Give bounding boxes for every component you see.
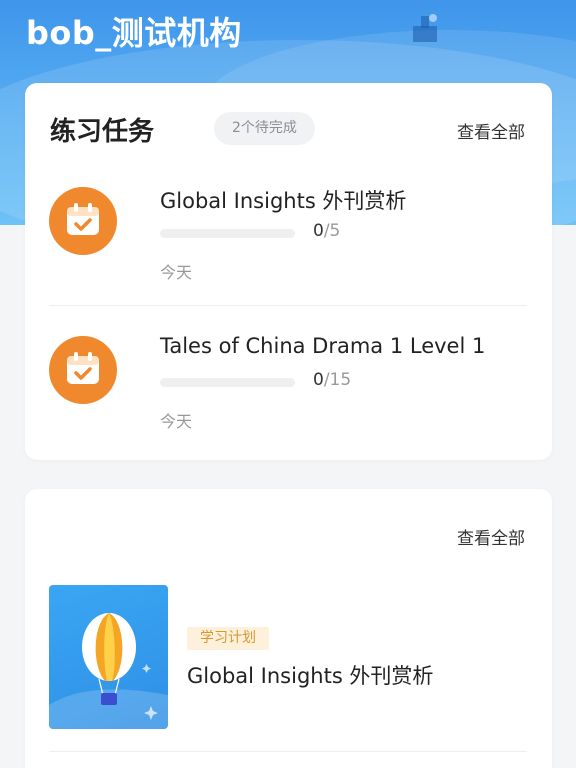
study-plan-title[interactable]: Global Insights 外刊赏析 <box>187 660 433 690</box>
practice-tasks-title: 练习任务 <box>50 117 155 147</box>
task-progress-text: 0/15 <box>313 370 351 390</box>
practice-tasks-card: 练习任务 2个待完成 查看全部 Global Insights 外刊赏析 0/5… <box>25 83 552 460</box>
task-progress-text: 0/5 <box>313 221 340 241</box>
calendar-check-icon <box>49 187 117 255</box>
view-all-plans-link[interactable]: 查看全部 <box>457 524 525 549</box>
calendar-check-icon <box>49 336 117 404</box>
task-name: Global Insights 外刊赏析 <box>160 189 407 213</box>
plan-thumbnail[interactable] <box>49 585 168 729</box>
view-all-tasks-link[interactable]: 查看全部 <box>457 118 525 143</box>
task-total-count: /15 <box>323 370 352 390</box>
organization-name: bob_测试机构 <box>26 14 242 52</box>
task-name: Tales of China Drama 1 Level 1 <box>160 334 486 358</box>
task-completed-count: 0 <box>313 370 324 390</box>
task-completed-count: 0 <box>313 221 324 241</box>
study-plans-card: 查看全部 学习计划 Global Insights 外刊赏析 <box>25 489 552 768</box>
castle-illustration-icon <box>413 14 437 42</box>
study-plan-tag: 学习计划 <box>187 627 269 650</box>
task-progress-bar <box>160 229 295 238</box>
pending-count-badge: 2个待完成 <box>214 112 315 145</box>
task-item[interactable]: Tales of China Drama 1 Level 1 0/15 今天 <box>49 328 527 448</box>
divider <box>49 751 527 752</box>
task-item[interactable]: Global Insights 外刊赏析 0/5 今天 <box>49 179 527 299</box>
divider <box>49 305 527 306</box>
task-date: 今天 <box>160 412 193 431</box>
practice-tasks-header: 练习任务 2个待完成 查看全部 <box>50 109 525 149</box>
task-total-count: /5 <box>323 221 341 241</box>
task-progress-bar <box>160 378 295 387</box>
task-date: 今天 <box>160 263 193 282</box>
hot-air-balloon-icon <box>49 613 168 729</box>
